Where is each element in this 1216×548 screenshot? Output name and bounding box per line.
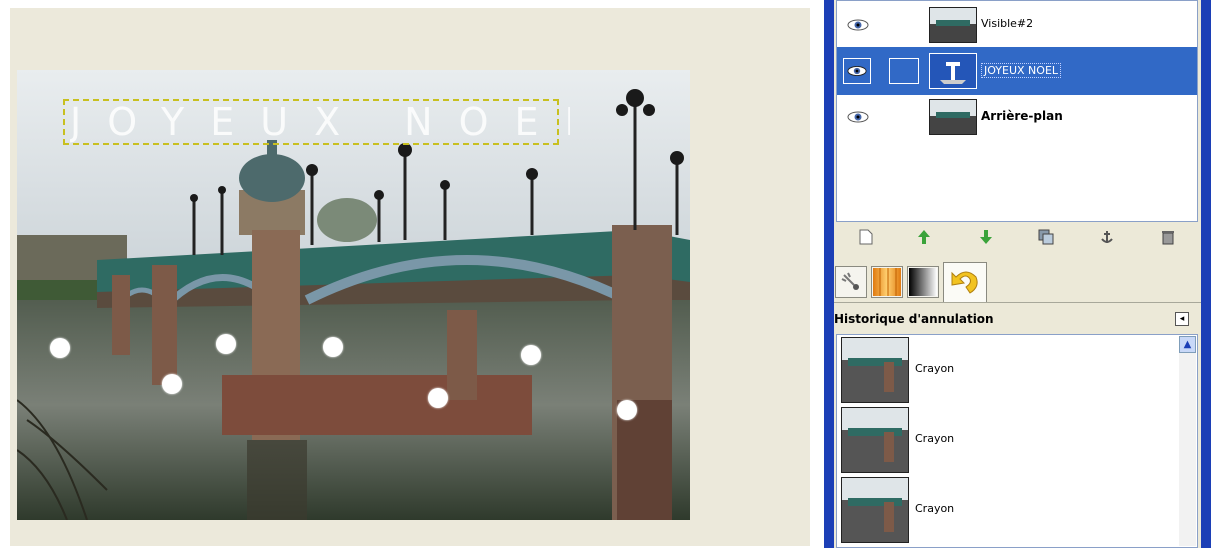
layer-row[interactable]: Visible#2	[837, 1, 1197, 49]
history-scrollbar[interactable]: ▲	[1179, 336, 1196, 546]
dock-panel: Visible#2 JOYEUX NOEL Arrière-plan Histo…	[834, 0, 1201, 548]
visibility-toggle[interactable]	[843, 58, 871, 84]
eye-visibility-icon[interactable]	[847, 109, 869, 125]
white-brush-mark	[428, 388, 448, 408]
layer-row-selected[interactable]: JOYEUX NOEL	[837, 47, 1197, 95]
anchor-layer-icon[interactable]	[1097, 229, 1117, 249]
undo-history-icon[interactable]	[943, 262, 987, 302]
chain-link-toggle[interactable]	[889, 58, 919, 84]
layers-list[interactable]: Visible#2 JOYEUX NOEL Arrière-plan	[836, 0, 1198, 222]
history-item-label: Crayon	[915, 362, 955, 375]
white-brush-mark	[50, 338, 70, 358]
patterns-icon[interactable]	[871, 266, 903, 298]
white-brush-mark	[162, 374, 182, 394]
duplicate-layer-icon[interactable]	[1036, 229, 1056, 249]
layer-row[interactable]: Arrière-plan	[837, 93, 1197, 141]
text-layer-boundary[interactable]	[63, 99, 559, 145]
lower-layer-icon[interactable]	[976, 229, 996, 249]
white-brush-mark	[323, 337, 343, 357]
image-canvas-area[interactable]: JOYEUX NOEL	[0, 0, 824, 548]
scroll-up-icon[interactable]: ▲	[1179, 336, 1196, 353]
layer-name[interactable]: Visible#2	[981, 17, 1033, 30]
layer-thumbnail	[929, 99, 977, 135]
dock-window-border	[824, 0, 834, 548]
new-layer-icon[interactable]	[856, 229, 876, 249]
white-brush-mark	[521, 345, 541, 365]
raise-layer-icon[interactable]	[914, 229, 934, 249]
layer-name[interactable]: JOYEUX NOEL	[981, 63, 1062, 78]
history-item[interactable]: Crayon	[841, 407, 1171, 475]
white-brush-mark	[216, 334, 236, 354]
history-item-label: Crayon	[915, 502, 955, 515]
layer-buttons-bar	[836, 224, 1198, 254]
history-item-label: Crayon	[915, 432, 955, 445]
undo-history-list[interactable]: Crayon Crayon Crayon ▲	[836, 334, 1198, 548]
eye-visibility-icon[interactable]	[847, 17, 869, 33]
text-layer-thumbnail-icon	[929, 53, 977, 89]
history-item[interactable]: Crayon	[841, 477, 1171, 545]
dock-window-border	[1201, 0, 1211, 548]
eye-visibility-icon[interactable]	[847, 63, 867, 79]
collapse-panel-icon[interactable]: ◂	[1175, 312, 1189, 326]
delete-layer-icon[interactable]	[1158, 229, 1178, 249]
layer-name[interactable]: Arrière-plan	[981, 109, 1063, 123]
history-thumbnail	[841, 477, 909, 543]
undo-history-title: Historique d'annulation	[834, 312, 994, 326]
history-thumbnail	[841, 337, 909, 403]
dock-tabs	[834, 262, 1201, 303]
gradients-icon[interactable]	[907, 266, 939, 298]
layer-thumbnail	[929, 7, 977, 43]
tool-options-icon[interactable]	[835, 266, 867, 298]
history-thumbnail	[841, 407, 909, 473]
white-brush-mark	[617, 400, 637, 420]
history-item[interactable]: Crayon	[841, 337, 1171, 405]
